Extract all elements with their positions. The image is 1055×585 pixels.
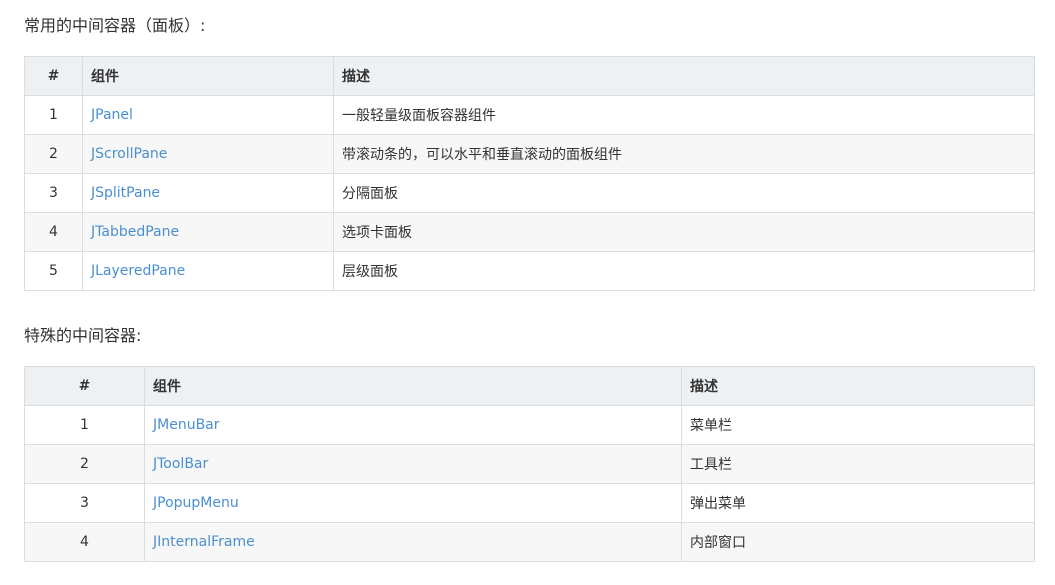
row-number: 1 xyxy=(24,95,83,135)
column-header-component: 组件 xyxy=(144,366,682,406)
description-cell: 分隔面板 xyxy=(333,173,1035,213)
table-row: 1 JPanel 一般轻量级面板容器组件 xyxy=(24,95,1035,135)
component-cell: JPanel xyxy=(82,95,334,135)
component-cell: JPopupMenu xyxy=(144,483,682,523)
table-row: 5 JLayeredPane 层级面板 xyxy=(24,251,1035,291)
component-link-jlayeredpane[interactable]: JLayeredPane xyxy=(91,263,185,279)
table-header-row: # 组件 描述 xyxy=(24,366,1035,406)
description-cell: 一般轻量级面板容器组件 xyxy=(333,95,1035,135)
section-heading-common-containers: 常用的中间容器（面板）: xyxy=(24,16,206,35)
component-cell: JScrollPane xyxy=(82,134,334,174)
component-cell: JMenuBar xyxy=(144,405,682,445)
description-cell: 带滚动条的，可以水平和垂直滚动的面板组件 xyxy=(333,134,1035,174)
row-number: 1 xyxy=(24,405,145,445)
row-number: 5 xyxy=(24,251,83,291)
component-cell: JLayeredPane xyxy=(82,251,334,291)
table-row: 1 JMenuBar 菜单栏 xyxy=(24,405,1035,445)
component-link-jtabbedpane[interactable]: JTabbedPane xyxy=(91,224,179,240)
table-row: 2 JScrollPane 带滚动条的，可以水平和垂直滚动的面板组件 xyxy=(24,134,1035,174)
section-heading-special-containers: 特殊的中间容器: xyxy=(24,326,142,345)
component-cell: JSplitPane xyxy=(82,173,334,213)
component-link-jpopupmenu[interactable]: JPopupMenu xyxy=(153,495,239,511)
description-cell: 内部窗口 xyxy=(681,522,1035,562)
description-cell: 菜单栏 xyxy=(681,405,1035,445)
component-link-jmenubar[interactable]: JMenuBar xyxy=(153,417,220,433)
special-containers-table: # 组件 描述 1 JMenuBar 菜单栏 2 JToolBar 工具栏 3 … xyxy=(24,366,1035,562)
column-header-number: # xyxy=(24,366,145,406)
common-containers-table: # 组件 描述 1 JPanel 一般轻量级面板容器组件 2 JScrollPa… xyxy=(24,56,1035,291)
component-link-jscrollpane[interactable]: JScrollPane xyxy=(91,146,167,162)
column-header-number: # xyxy=(24,56,83,96)
component-cell: JInternalFrame xyxy=(144,522,682,562)
column-header-description: 描述 xyxy=(681,366,1035,406)
description-cell: 层级面板 xyxy=(333,251,1035,291)
column-header-description: 描述 xyxy=(333,56,1035,96)
component-link-jtoolbar[interactable]: JToolBar xyxy=(153,456,208,472)
component-cell: JToolBar xyxy=(144,444,682,484)
row-number: 4 xyxy=(24,212,83,252)
component-link-jpanel[interactable]: JPanel xyxy=(91,107,133,123)
description-cell: 弹出菜单 xyxy=(681,483,1035,523)
row-number: 4 xyxy=(24,522,145,562)
table-row: 4 JTabbedPane 选项卡面板 xyxy=(24,212,1035,252)
row-number: 3 xyxy=(24,483,145,523)
table-row: 4 JInternalFrame 内部窗口 xyxy=(24,522,1035,562)
row-number: 2 xyxy=(24,134,83,174)
description-cell: 选项卡面板 xyxy=(333,212,1035,252)
row-number: 3 xyxy=(24,173,83,213)
component-link-jsplitpane[interactable]: JSplitPane xyxy=(91,185,160,201)
table-row: 3 JPopupMenu 弹出菜单 xyxy=(24,483,1035,523)
table-header-row: # 组件 描述 xyxy=(24,56,1035,96)
row-number: 2 xyxy=(24,444,145,484)
component-cell: JTabbedPane xyxy=(82,212,334,252)
table-row: 3 JSplitPane 分隔面板 xyxy=(24,173,1035,213)
table-row: 2 JToolBar 工具栏 xyxy=(24,444,1035,484)
component-link-jinternalframe[interactable]: JInternalFrame xyxy=(153,534,255,550)
description-cell: 工具栏 xyxy=(681,444,1035,484)
column-header-component: 组件 xyxy=(82,56,334,96)
